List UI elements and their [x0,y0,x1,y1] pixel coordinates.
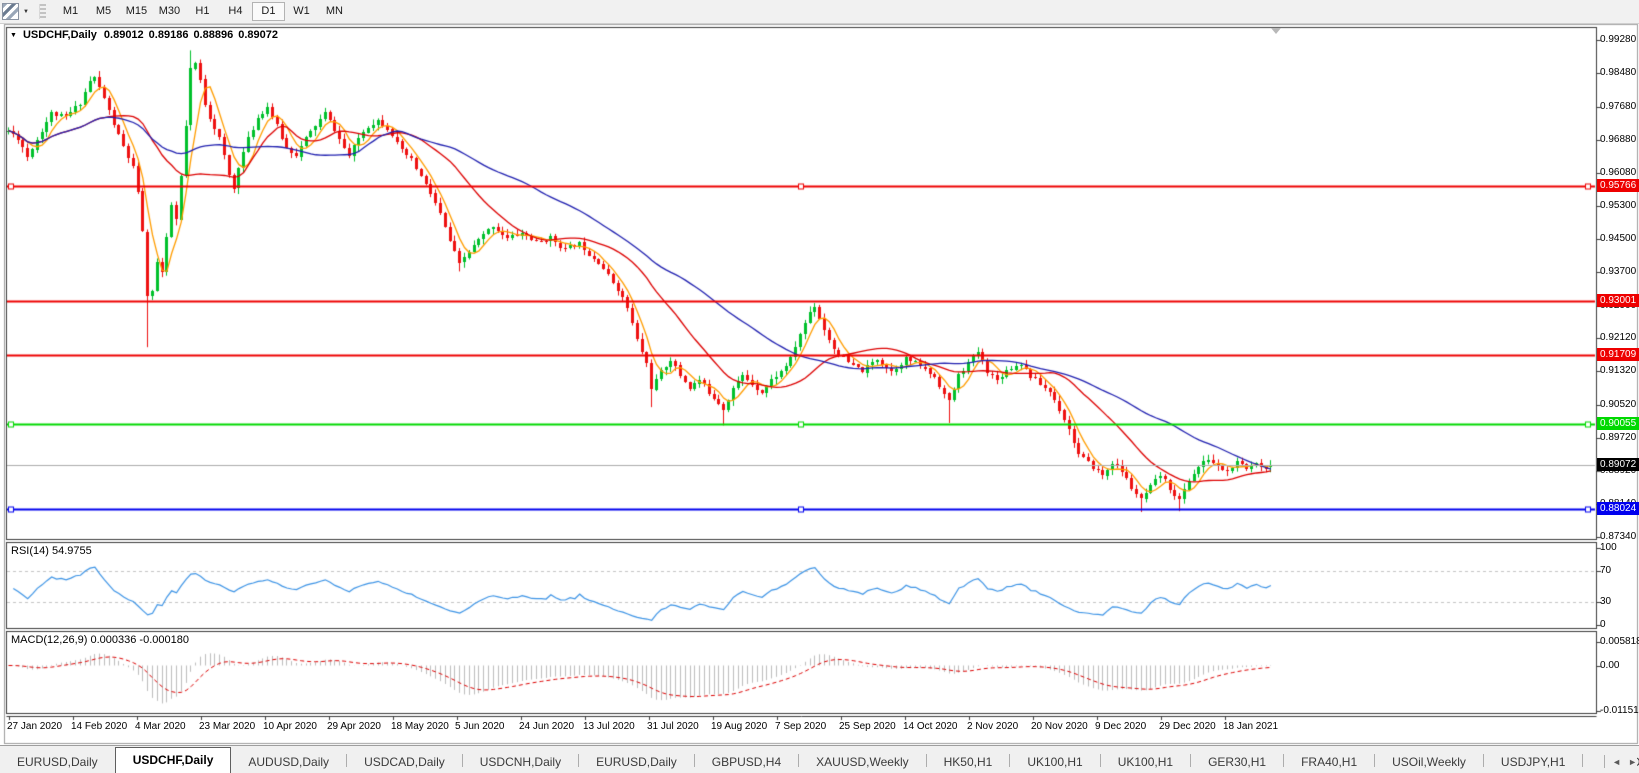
date-axis-label: 7 Sep 2020 [775,721,827,732]
price-axis-label: 0.96080 [1600,167,1637,179]
timeframe-button-m30[interactable]: M30 [153,2,186,21]
chart-shift-marker-icon[interactable] [1271,28,1281,34]
price-axis-label: 0.92120 [1600,332,1637,344]
date-axis-label: 5 Jun 2020 [455,721,505,732]
rsi-axis-label: 0 [1600,619,1606,630]
date-axis-label: 18 May 2020 [391,721,449,732]
chart-symbol-label: USDCHF,Daily [22,29,97,41]
hline-price-badge: 0.95766 [1597,179,1639,193]
date-axis-label: 14 Oct 2020 [903,721,958,732]
price-axis-label: 0.91320 [1600,365,1637,377]
date-axis-label: 29 Dec 2020 [1159,721,1216,732]
chart-tab-eurusd-daily[interactable]: EURUSD,Daily [0,750,115,773]
date-axis-label: 2 Nov 2020 [967,721,1019,732]
toolbar-grip[interactable] [38,4,46,19]
rsi-axis-label: 30 [1600,595,1612,607]
timeframe-button-m1[interactable]: M1 [54,2,87,21]
ohlc-high: 0.89186 [148,29,189,41]
tabs-scroll-left-icon[interactable]: ◄ [1612,757,1621,767]
chart-tab-gbpusd-h4[interactable]: GBPUSD,H4 [695,750,798,773]
timeframe-button-d1[interactable]: D1 [251,2,285,21]
symbol-collapse-icon[interactable]: ▼ [10,32,17,39]
hline-price-badge: 0.93001 [1597,294,1639,308]
macd-indicator-label: MACD(12,26,9) 0.000336 -0.000180 [11,634,189,646]
chart-tab-hk50-h1[interactable]: HK50,H1 [927,750,1010,773]
tab-scroll-buttons: ◄ ► [1598,755,1637,768]
ohlc-open: 0.89012 [103,29,144,41]
chart-tab-usdcnh-daily[interactable]: USDCNH,Daily [463,750,578,773]
dropdown-caret-icon: ▼ [23,8,29,15]
price-axis-label: 0.98480 [1600,67,1637,79]
date-axis-label: 27 Jan 2020 [7,721,63,732]
chart-tab-usoil-weekly[interactable]: USOil,Weekly [1375,750,1483,773]
timeframe-button-h4[interactable]: H4 [219,2,252,21]
price-axis-label: 0.90520 [1600,398,1637,410]
chart-tabs-bar: EURUSD,Daily USDCHF,Daily AUDUSD,Daily USDC… [0,745,1639,773]
ohlc-low: 0.88896 [193,29,234,41]
hline-price-badge: 0.91709 [1597,348,1639,362]
chart-tab-xauusd-weekly[interactable]: XAUUSD,Weekly [799,750,925,773]
date-axis-label: 14 Feb 2020 [71,721,128,732]
price-axis-label: 0.99280 [1600,34,1637,45]
timeframe-button-mn[interactable]: MN [318,2,351,21]
date-axis-label: 18 Jan 2021 [1223,721,1279,732]
date-axis-label: 13 Jul 2020 [583,721,635,732]
ohlc-close: 0.89072 [238,29,278,41]
timeframe-buttons: M1 M5 M15 M30 H1 H4 D1 W1 MN [54,2,351,21]
price-axis-label: 0.96880 [1600,133,1637,145]
date-axis-label: 24 Jun 2020 [519,721,575,732]
chart-tabs: EURUSD,Daily USDCHF,Daily AUDUSD,Daily USDC… [0,747,1639,773]
chart-title: ▼ USDCHF,Daily 0.89012 0.89186 0.88896 0… [10,29,278,41]
hline-price-badge: 0.88024 [1597,501,1639,515]
date-axis-label: 19 Aug 2020 [711,721,768,732]
timeframe-button-h1[interactable]: H1 [186,2,219,21]
rsi-indicator-label: RSI(14) 54.9755 [11,545,92,557]
macd-axis-label: -0.011514 [1600,705,1639,717]
tab-separator [1604,755,1606,768]
chart-tool-button[interactable]: ▼ [2,3,29,20]
price-chart-canvas[interactable] [0,0,1639,773]
chart-tab-usdcad-daily[interactable]: USDCAD,Daily [347,750,462,773]
chart-tool-icon [2,3,19,20]
current-price-badge: 0.89072 [1597,457,1639,471]
tabs-scroll-right-icon[interactable]: ► [1628,757,1637,767]
chart-tab-fra40-h1[interactable]: FRA40,H1 [1284,750,1374,773]
chart-tab-uk100-h1[interactable]: UK100,H1 [1101,750,1190,773]
rsi-axis-label: 70 [1600,565,1612,577]
price-axis-label: 0.95300 [1600,199,1637,211]
timeframe-button-m15[interactable]: M15 [120,2,153,21]
chart-tab-eurusd-daily[interactable]: EURUSD,Daily [579,750,694,773]
chart-tab-ger30-h1[interactable]: GER30,H1 [1191,750,1283,773]
price-axis-label: 0.94500 [1600,232,1637,244]
macd-axis-label: 0.005818 [1600,636,1639,648]
mt4-terminal-window: ▼ M1 M5 M15 M30 H1 H4 D1 W1 MN ▼ USDCHF,Daily 0.… [0,0,1639,773]
date-axis-label: 9 Dec 2020 [1095,721,1147,732]
timeframe-button-w1[interactable]: W1 [285,2,318,21]
price-axis-label: 0.87340 [1600,531,1637,542]
date-axis-label: 4 Mar 2020 [135,721,186,732]
date-axis-label: 29 Apr 2020 [327,721,381,732]
chart-tab-audusd-daily[interactable]: AUDUSD,Daily [231,750,346,773]
hline-price-badge: 0.90055 [1597,416,1639,430]
chart-tab-usdchf-daily[interactable]: USDCHF,Daily [114,747,232,773]
chart-tab-usdjpy-h1[interactable]: USDJPY,H1 [1484,750,1582,773]
date-axis-label: 31 Jul 2020 [647,721,699,732]
macd-axis-label: 0.00 [1600,659,1620,671]
date-axis-label: 20 Nov 2020 [1031,721,1088,732]
price-axis-label: 0.89720 [1600,431,1637,443]
date-axis-label: 25 Sep 2020 [839,721,896,732]
timeframe-button-m5[interactable]: M5 [87,2,120,21]
price-axis-label: 0.93700 [1600,266,1637,278]
date-axis-label: 10 Apr 2020 [263,721,317,732]
timeframe-toolbar: ▼ M1 M5 M15 M30 H1 H4 D1 W1 MN [0,0,1639,24]
rsi-axis-label: 100 [1600,542,1617,553]
date-axis-label: 23 Mar 2020 [199,721,256,732]
chart-tab-uk100-h1[interactable]: UK100,H1 [1010,750,1099,773]
price-axis-label: 0.97680 [1600,100,1637,112]
